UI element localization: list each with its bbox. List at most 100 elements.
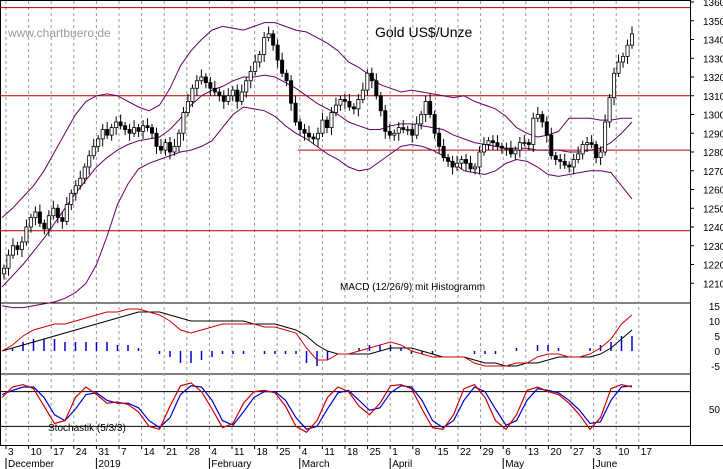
candle-body (78, 177, 83, 187)
price-tick-label: 1330 (703, 54, 723, 65)
day-tick-label: 15 (437, 447, 449, 458)
price-tick-label: 1350 (703, 17, 723, 28)
watermark: www.chartbuero.de (7, 26, 111, 40)
candle-body (490, 140, 495, 144)
candle-body (280, 59, 285, 74)
chart-frame (0, 0, 723, 446)
price-tick-label: 1250 (703, 204, 723, 215)
candle-body (10, 245, 15, 256)
chart-title: Gold US$/Unze (375, 24, 472, 40)
candle-body (517, 142, 522, 151)
candle-body (410, 129, 415, 136)
candle-body (553, 155, 558, 160)
candle-body (356, 99, 361, 110)
candle-body (73, 185, 78, 194)
price-tick-label: 1220 (703, 261, 723, 272)
candle-body (567, 164, 572, 168)
candle-body (132, 127, 137, 134)
day-tick-label: 7 (121, 447, 127, 458)
candle-body (378, 95, 383, 112)
candle-body (109, 127, 114, 136)
candle-body (621, 55, 626, 63)
candle-body (145, 125, 150, 129)
candle-body (235, 89, 240, 102)
month-label: 2019 (98, 459, 121, 469)
candle-body (598, 151, 603, 159)
candle-body (172, 145, 177, 153)
candle-body (405, 129, 410, 131)
day-tick-label: 25 (370, 447, 382, 458)
macd-label: MACD (12/26/9) mit Histogramm (340, 282, 485, 293)
candle-body (464, 159, 469, 164)
candle-body (100, 129, 105, 140)
candle-body (477, 151, 482, 168)
candle-body (212, 87, 217, 93)
candle-body (284, 72, 289, 82)
candle-body (549, 134, 554, 157)
macd-tick-label: 5 (714, 332, 720, 343)
day-tick-label: 28 (189, 447, 201, 458)
candle-body (82, 166, 87, 179)
price-tick-label: 1280 (703, 148, 723, 159)
candle-body (455, 162, 460, 168)
day-tick-label: 18 (257, 447, 269, 458)
day-tick-label: 18 (347, 447, 359, 458)
candle-body (481, 144, 486, 153)
candle-body (253, 61, 258, 72)
candle-body (64, 204, 69, 222)
day-tick-label: 6 (505, 447, 511, 458)
day-tick-label: 1 (392, 447, 398, 458)
candle-body (203, 76, 208, 84)
stochastic-label: Stochastik (5/3/3) (48, 423, 126, 434)
price-tick-label: 1260 (703, 186, 723, 197)
candle-body (136, 127, 141, 132)
candle-body (329, 112, 334, 129)
candle-body (428, 100, 433, 115)
candle-body (2, 267, 7, 275)
candle-body (562, 160, 567, 166)
candle-body (163, 142, 168, 151)
day-tick-label: 22 (460, 447, 472, 458)
candle-body (114, 121, 119, 129)
day-tick-label: 10 (31, 447, 43, 458)
candle-body (158, 145, 163, 151)
price-tick-label: 1340 (703, 36, 723, 47)
day-tick-label: 25 (279, 447, 291, 458)
candle-body (24, 226, 29, 243)
price-candles (2, 26, 635, 280)
candle-body (154, 132, 159, 147)
day-tick-label: 3 (596, 447, 602, 458)
candle-body (42, 222, 47, 230)
candle-body (383, 110, 388, 132)
gold-chart: 1210122012301240125012601270128012901300… (0, 0, 723, 469)
candle-body (217, 91, 222, 97)
candle-body (226, 95, 231, 102)
candle-body (351, 106, 356, 110)
month-label: February (211, 459, 251, 469)
candle-body (307, 132, 312, 138)
candle-body (544, 121, 549, 136)
candle-body (446, 157, 451, 162)
price-tick-label: 1290 (703, 129, 723, 140)
price-tick-label: 1210 (703, 279, 723, 290)
candle-body (401, 127, 406, 130)
candle-body (127, 129, 132, 134)
candle-body (522, 142, 527, 145)
day-tick-label: 8 (415, 447, 421, 458)
candle-body (46, 215, 51, 230)
candle-body (315, 132, 320, 140)
candle-body (150, 127, 155, 134)
candle-body (28, 217, 33, 228)
candle-body (194, 80, 199, 89)
candle-body (392, 132, 397, 136)
candle-body (96, 138, 101, 147)
candle-body (513, 149, 518, 155)
grid-lines (5, 1, 640, 445)
month-label: June (596, 459, 618, 469)
candle-body (580, 144, 585, 155)
price-tick-label: 1360 (703, 0, 723, 9)
candle-body (271, 33, 276, 46)
candle-body (504, 147, 509, 150)
candle-body (396, 127, 401, 134)
candle-body (607, 97, 612, 123)
